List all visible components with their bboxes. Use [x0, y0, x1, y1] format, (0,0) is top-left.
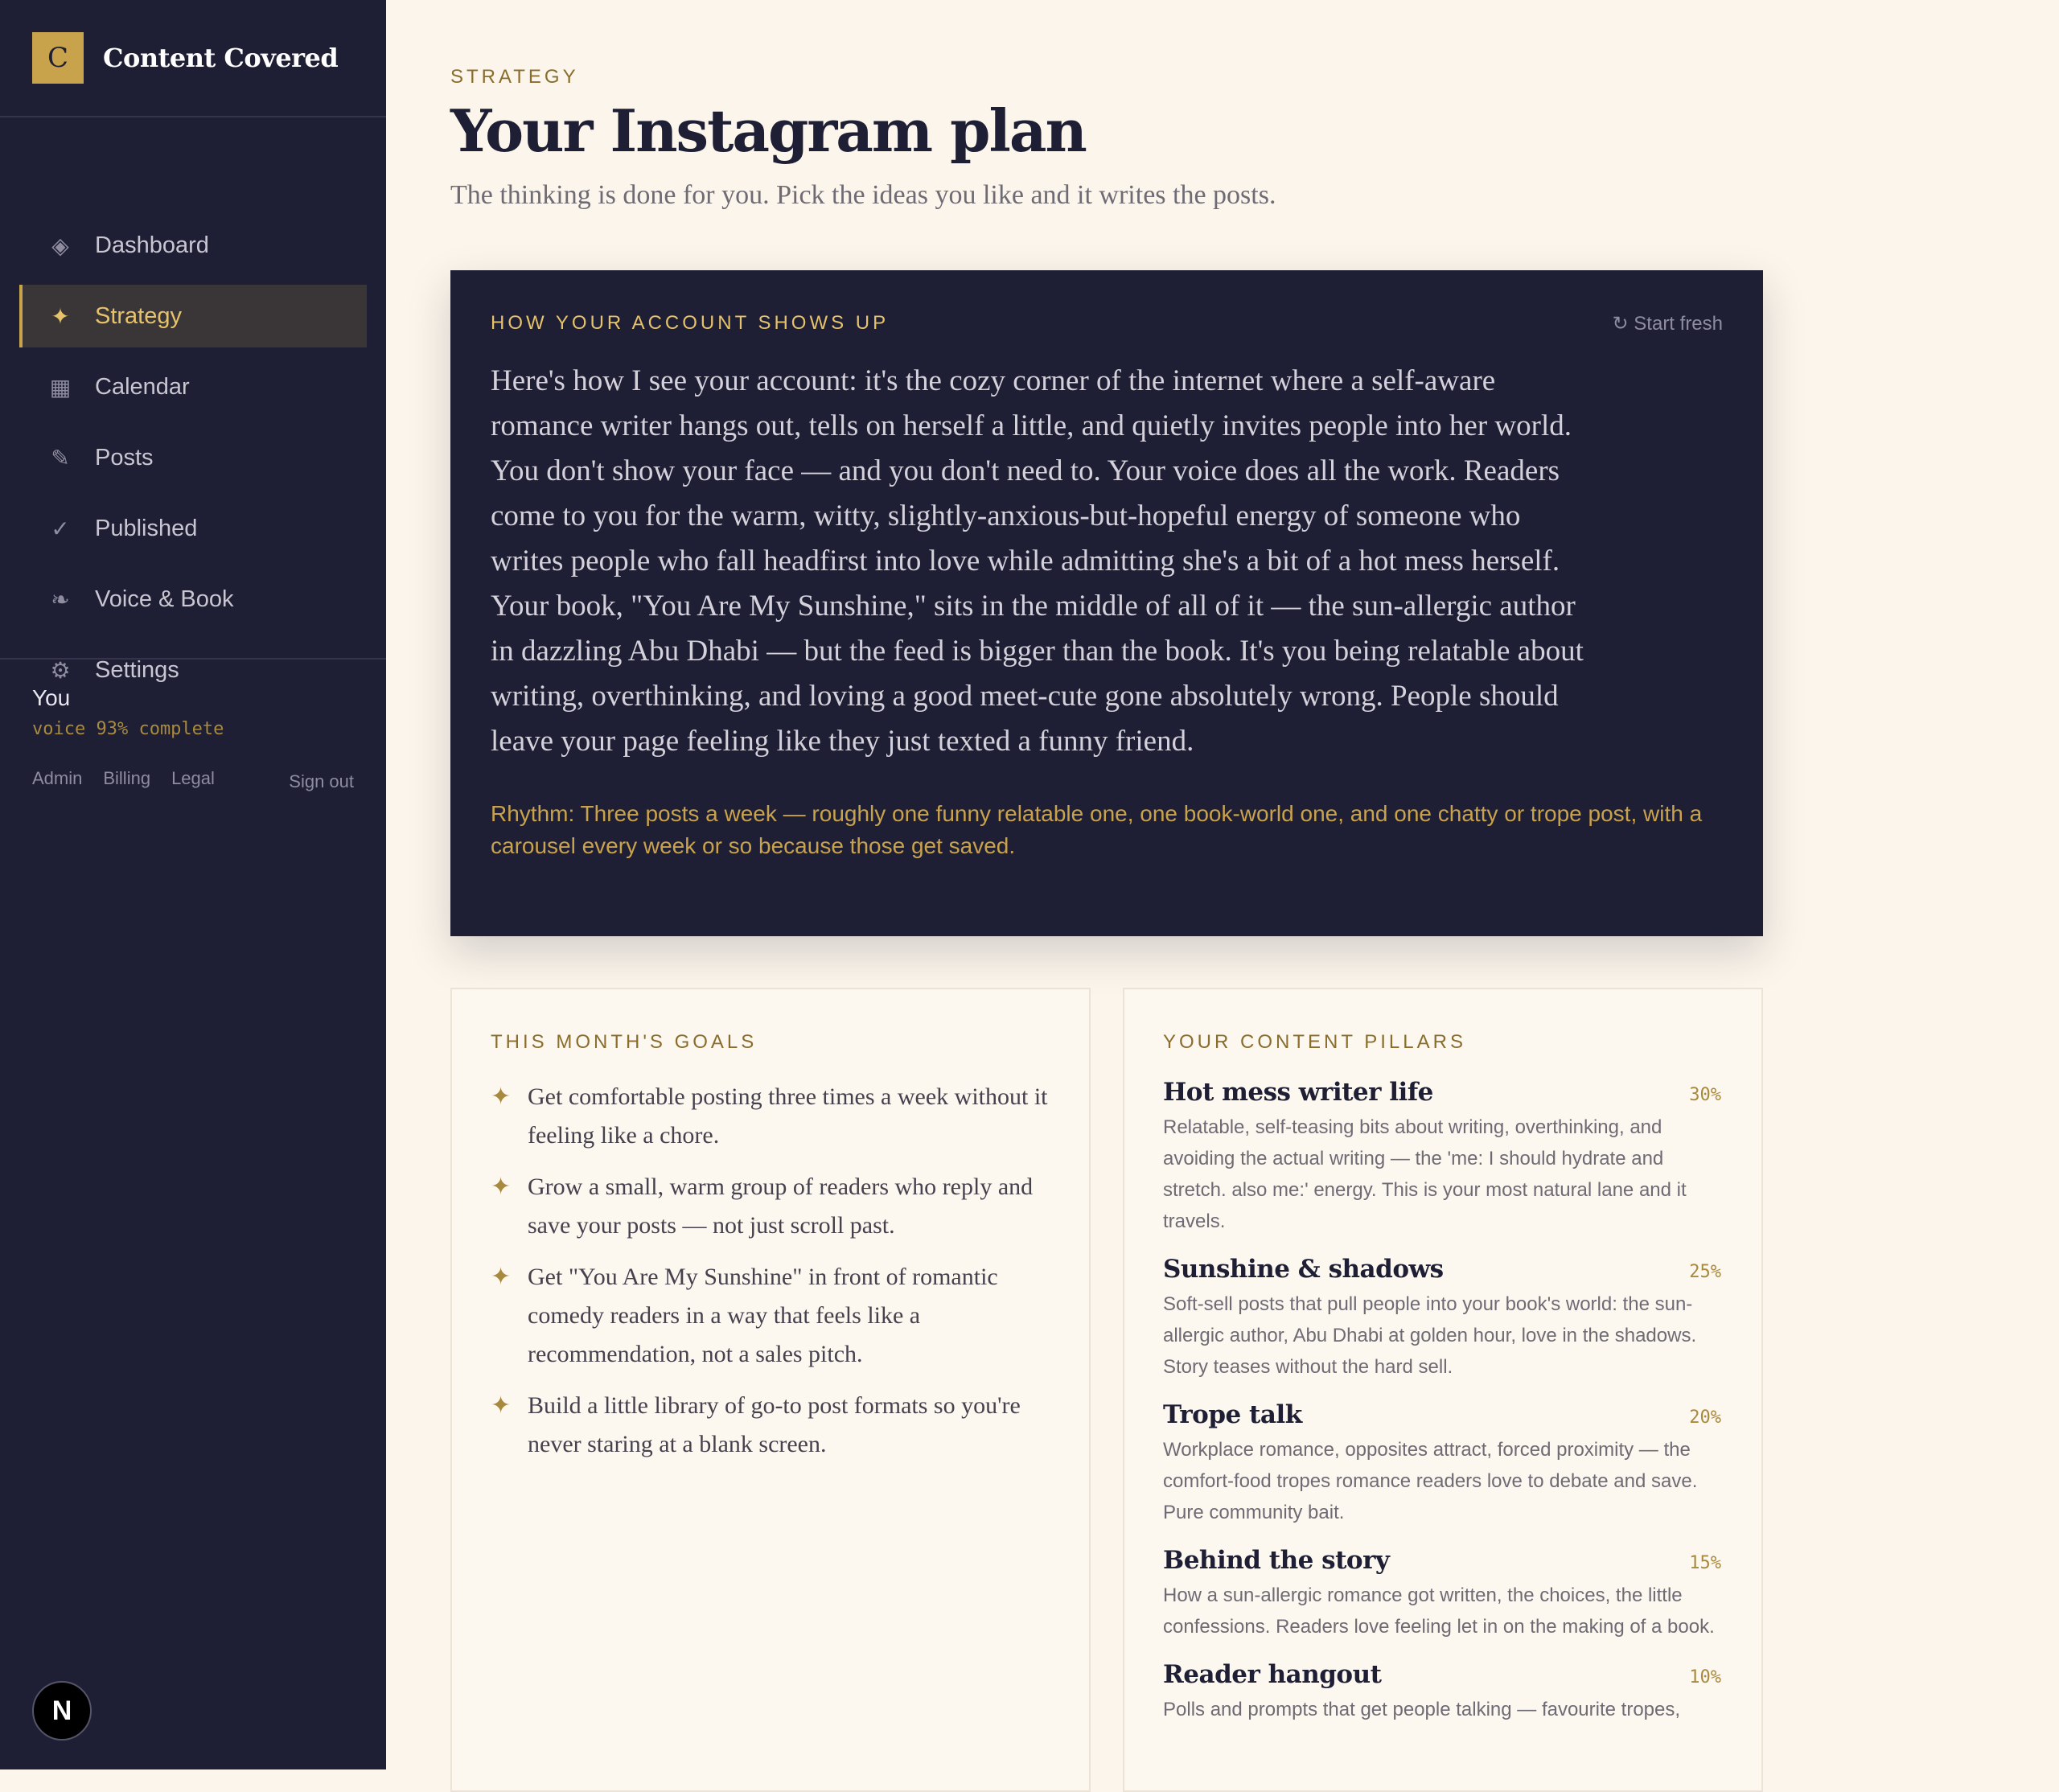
n-badge-icon[interactable]: N [32, 1681, 92, 1741]
list-item: ✦ Grow a small, warm group of readers wh… [491, 1168, 1049, 1245]
pillars-card: YOUR CONTENT PILLARS Hot mess writer lif… [1123, 988, 1763, 1792]
sidebar-item-posts[interactable]: ✎ Posts [19, 426, 367, 489]
admin-link[interactable]: Admin [32, 768, 82, 789]
pillar-description: Workplace romance, opposites attract, fo… [1163, 1439, 1698, 1523]
pillar-percent: 20% [1689, 1408, 1721, 1428]
sidebar-divider [0, 658, 386, 660]
logo: C [32, 32, 84, 84]
account-summary-card: HOW YOUR ACCOUNT SHOWS UP ↻ Start fresh … [450, 270, 1763, 936]
account-summary-text: Here's how I see your account: it's the … [491, 364, 1584, 758]
card-label: THIS MONTH'S GOALS [491, 1031, 758, 1053]
list-item: ✦ Get "You Are My Sunshine" in front of … [491, 1258, 1049, 1374]
pillar-item[interactable]: Hot mess writer life 30% Relatable, self… [1163, 1078, 1721, 1237]
pillar-description: Polls and prompts that get people talkin… [1163, 1699, 1681, 1720]
sidebar-item-label: Dashboard [95, 232, 209, 258]
pillar-item[interactable]: Sunshine & shadows 25% Soft-sell posts t… [1163, 1255, 1721, 1383]
page-title: Your Instagram plan [450, 97, 1087, 165]
sidebar-item-label: Published [95, 515, 198, 541]
pillar-title: Behind the story [1163, 1546, 1390, 1575]
pillar-description: Soft-sell posts that pull people into yo… [1163, 1293, 1697, 1378]
goal-text: Get "You Are My Sunshine" in front of ro… [528, 1264, 998, 1367]
legal-link[interactable]: Legal [171, 768, 215, 789]
list-item: ✦ Build a little library of go-to post f… [491, 1387, 1049, 1464]
pillar-title: Sunshine & shadows [1163, 1255, 1444, 1284]
user-block: You voice 93% complete Admin Billing Leg… [32, 685, 354, 792]
rhythm-text: Rhythm: Three posts a week — roughly one… [491, 801, 1703, 858]
sidebar-item-published[interactable]: ✓ Published [19, 497, 367, 560]
pillar-title: Reader hangout [1163, 1660, 1382, 1689]
gear-icon: ⚙ [50, 657, 71, 683]
sidebar-item-label: Voice & Book [95, 586, 234, 612]
pillar-percent: 10% [1689, 1667, 1721, 1687]
goal-list: ✦ Get comfortable posting three times a … [491, 1078, 1049, 1464]
user-name: You [32, 685, 71, 710]
sidebar-item-label: Posts [95, 444, 154, 471]
sidebar-item-label: Strategy [95, 302, 182, 329]
pillar-percent: 15% [1689, 1553, 1721, 1573]
page-subtitle: The thinking is done for you. Pick the i… [450, 180, 1276, 210]
pillar-item[interactable]: Trope talk 20% Workplace romance, opposi… [1163, 1400, 1721, 1528]
goals-card: THIS MONTH'S GOALS ✦ Get comfortable pos… [450, 988, 1091, 1792]
pillar-item[interactable]: Reader hangout 10% Polls and prompts tha… [1163, 1660, 1721, 1725]
sparkle-icon: ✦ [491, 1392, 512, 1419]
sidebar: C Content Covered ◈ Dashboard ✦ Strategy… [0, 0, 386, 1769]
pillar-title: Hot mess writer life [1163, 1078, 1433, 1107]
check-icon: ✓ [51, 516, 70, 541]
page-eyebrow: STRATEGY [450, 66, 579, 88]
pillar-description: How a sun-allergic romance got written, … [1163, 1584, 1715, 1638]
card-label: HOW YOUR ACCOUNT SHOWS UP [491, 312, 890, 334]
sidebar-item-voice-book[interactable]: ❧ Voice & Book [19, 568, 367, 631]
goal-text: Build a little library of go-to post for… [528, 1392, 1021, 1457]
list-item: ✦ Get comfortable posting three times a … [491, 1078, 1049, 1155]
sidebar-item-label: Calendar [95, 373, 190, 400]
pillar-percent: 25% [1689, 1262, 1721, 1282]
pencil-icon: ✎ [51, 445, 70, 471]
sparkle-icon: ✦ [51, 303, 70, 329]
goal-text: Grow a small, warm group of readers who … [528, 1173, 1034, 1239]
user-links: Admin Billing Legal Sign out [32, 765, 354, 792]
brand[interactable]: C Content Covered [32, 32, 339, 84]
fleuron-icon: ❧ [51, 586, 70, 612]
sidebar-item-strategy[interactable]: ✦ Strategy [19, 285, 367, 347]
goal-text: Get comfortable posting three times a we… [528, 1083, 1048, 1149]
sidebar-item-label: Settings [95, 656, 179, 683]
billing-link[interactable]: Billing [103, 768, 150, 789]
pillar-list: Hot mess writer life 30% Relatable, self… [1163, 1078, 1721, 1725]
start-fresh-button[interactable]: ↻ Start fresh [1613, 312, 1723, 335]
sidebar-divider [0, 116, 386, 117]
pillar-description: Relatable, self-teasing bits about writi… [1163, 1116, 1687, 1232]
sidebar-item-dashboard[interactable]: ◈ Dashboard [19, 214, 367, 277]
sparkle-icon: ✦ [491, 1083, 512, 1110]
sidebar-item-calendar[interactable]: ▦ Calendar [19, 356, 367, 418]
sign-out-button[interactable]: Sign out [289, 771, 354, 792]
sparkle-icon: ✦ [491, 1173, 512, 1200]
pillar-title: Trope talk [1163, 1400, 1302, 1429]
pillar-percent: 30% [1689, 1085, 1721, 1105]
card-label: YOUR CONTENT PILLARS [1163, 1031, 1466, 1053]
diamond-icon: ◈ [51, 232, 69, 258]
sparkle-icon: ✦ [491, 1264, 512, 1290]
brand-name: Content Covered [103, 43, 339, 73]
sidebar-nav: ◈ Dashboard ✦ Strategy ▦ Calendar ✎ Post… [19, 214, 367, 709]
pillar-item[interactable]: Behind the story 15% How a sun-allergic … [1163, 1546, 1721, 1642]
calendar-icon: ▦ [49, 374, 72, 400]
voice-progress: voice 93% complete [32, 719, 224, 739]
